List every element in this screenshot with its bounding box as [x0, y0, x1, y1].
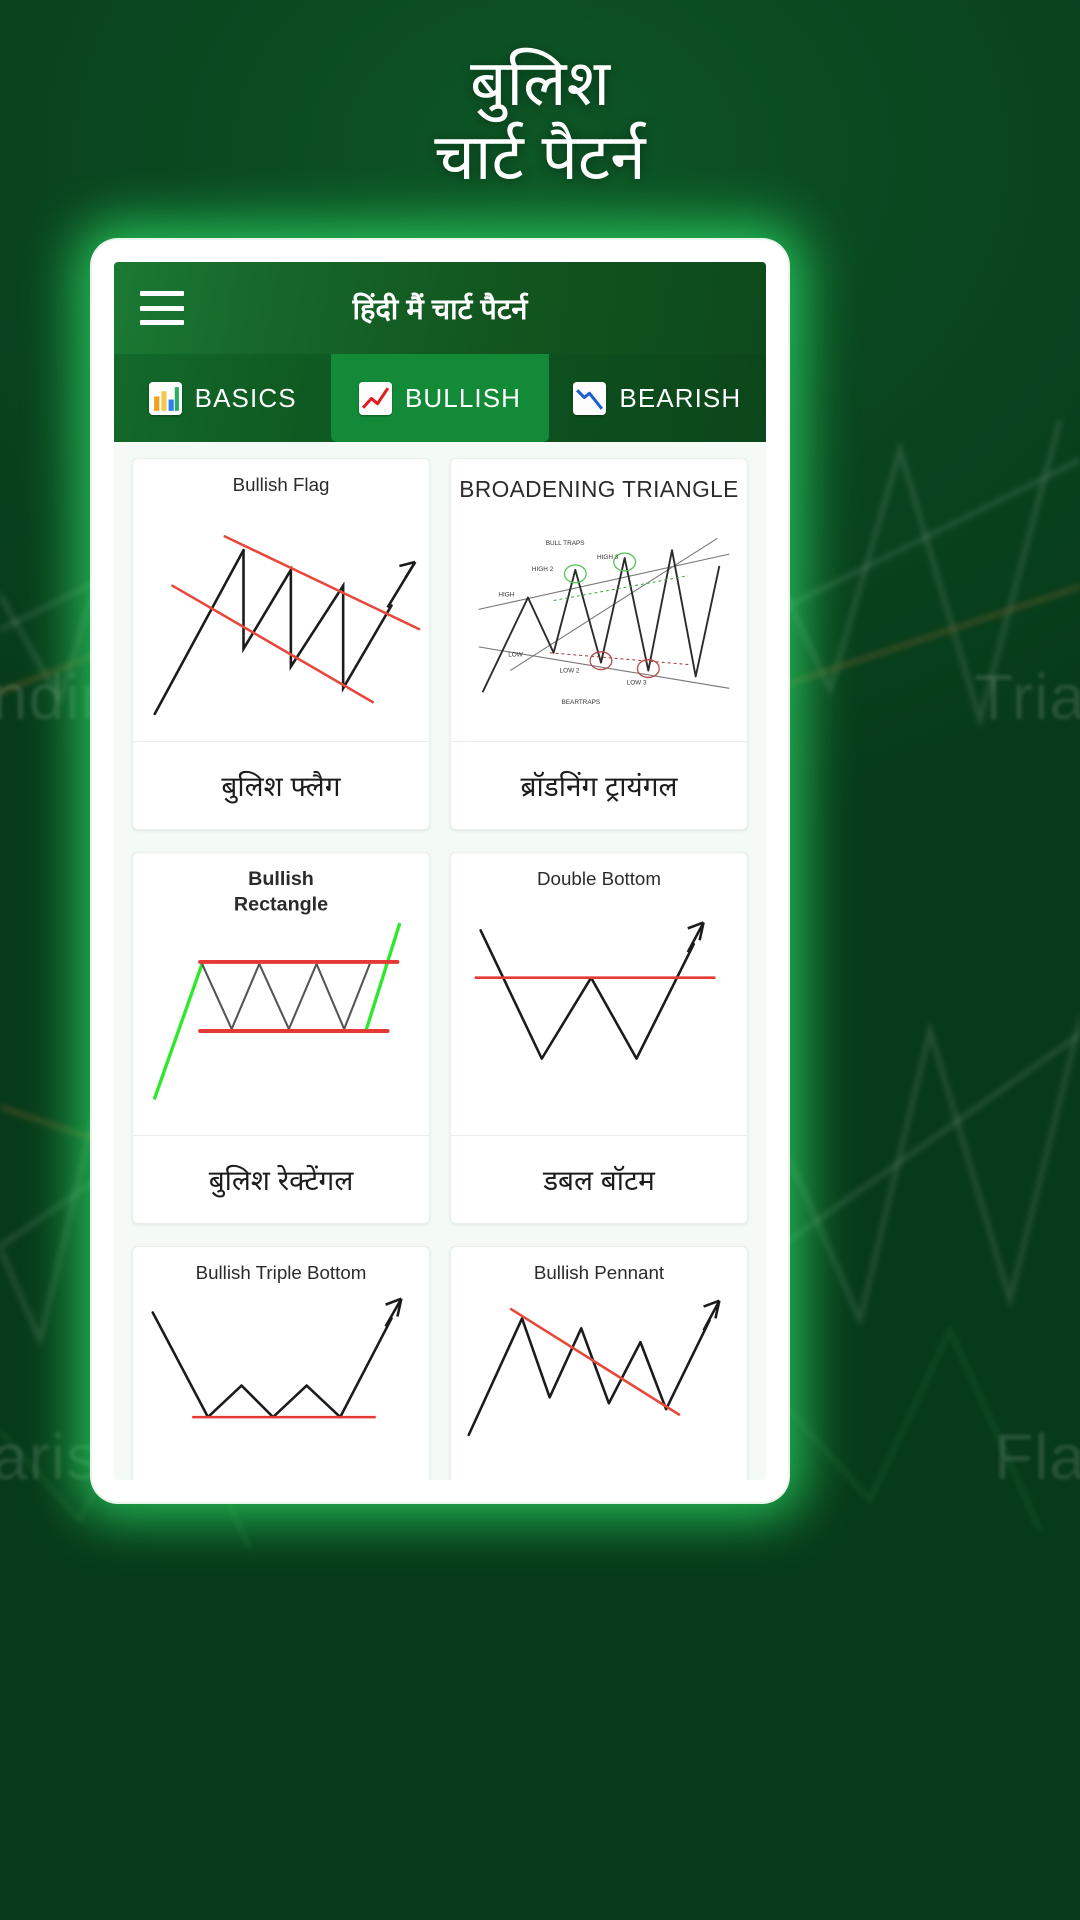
pattern-caption: डबल बॉटम	[451, 1135, 747, 1223]
pattern-card-bullish-flag[interactable]: Bullish Flag बुलिश फ्लैग	[132, 458, 430, 830]
pattern-card-double-bottom[interactable]: Double Bottom डबल बॉटम	[450, 852, 748, 1224]
annotation-bull-traps: BULL TRAPS	[546, 540, 585, 547]
hamburger-menu-icon[interactable]	[140, 291, 184, 325]
image-title-line1: Bullish	[248, 868, 314, 890]
down-trend-chart-icon	[573, 381, 607, 415]
annotation-bear-traps: BEARTRAPS	[562, 699, 601, 706]
pattern-image: BROADENING TRIANGLE BULL TRAPS HIGH 3 HI…	[451, 459, 747, 741]
tab-label: BEARISH	[619, 382, 742, 413]
app-screen: हिंदी मैं चार्ट पैटर्न BASICS BULLISH BE…	[114, 262, 766, 1480]
annotation-low-3: LOW 3	[627, 679, 647, 686]
pattern-card-broadening-triangle[interactable]: BROADENING TRIANGLE BULL TRAPS HIGH 3 HI…	[450, 458, 748, 830]
bullish-pennant-diagram: Bullish Pennant	[467, 1262, 721, 1437]
double-bottom-diagram: Double Bottom	[474, 868, 716, 1060]
image-title-line2: Rectangle	[234, 894, 328, 916]
hero-title-line2: चार्ट पैटर्न	[434, 121, 646, 193]
annotation-low: LOW	[508, 652, 524, 659]
annotation-high: HIGH	[498, 592, 514, 599]
pattern-card-bullish-pennant[interactable]: Bullish Pennant बुलिश पेनांट	[450, 1246, 748, 1480]
pattern-caption: बुलिश फ्लैग	[133, 741, 429, 829]
tab-label: BASICS	[194, 382, 297, 413]
pattern-grid: Bullish Flag बुलिश फ्लैग BROADENING TRIA…	[114, 442, 766, 1480]
annotation-high-2: HIGH 2	[532, 566, 554, 573]
app-bar-title: हिंदी मैं चार्ट पैटर्न	[352, 293, 528, 326]
hero-title: बुलिश चार्ट पैटर्न	[0, 0, 1080, 240]
pattern-caption: बुलिश रेक्टेंगल	[133, 1135, 429, 1223]
triple-bottom-diagram: Bullish Triple Bottom	[151, 1262, 403, 1419]
phone-frame: हिंदी मैं चार्ट पैटर्न BASICS BULLISH BE…	[92, 240, 788, 1502]
tab-bar: BASICS BULLISH BEARISH	[114, 354, 766, 442]
background-word: Tria	[974, 661, 1080, 733]
background-word: Fla	[994, 1421, 1080, 1493]
pattern-image: Bullish Rectangle	[133, 853, 429, 1135]
app-bar: हिंदी मैं चार्ट पैटर्न	[114, 262, 766, 354]
hero-title-line1: बुलिश	[469, 46, 611, 119]
up-trend-chart-icon	[358, 381, 392, 415]
pattern-image: Bullish Pennant	[451, 1247, 747, 1480]
image-title: Double Bottom	[537, 868, 661, 889]
pattern-caption: ब्रॉडनिंग ट्रायंगल	[451, 741, 747, 829]
image-title: Bullish Pennant	[534, 1262, 665, 1283]
broadening-triangle-diagram: BROADENING TRIANGLE BULL TRAPS HIGH 3 HI…	[459, 476, 738, 706]
pattern-image: Bullish Flag	[133, 459, 429, 741]
image-title: Bullish Flag	[233, 474, 330, 495]
tab-bullish[interactable]: BULLISH	[331, 354, 549, 442]
tab-label: BULLISH	[404, 382, 522, 413]
bullish-flag-diagram: Bullish Flag	[153, 474, 421, 716]
pattern-card-triple-bottom[interactable]: Bullish Triple Bottom बुलिश ट्रिपल बॉटम	[132, 1246, 430, 1480]
annotation-high-3: HIGH 3	[597, 554, 619, 561]
image-title: Bullish Triple Bottom	[196, 1262, 367, 1283]
bar-chart-icon	[148, 381, 182, 415]
tab-basics[interactable]: BASICS	[114, 354, 331, 442]
pattern-image: Bullish Triple Bottom	[133, 1247, 429, 1480]
phone-mockup: हिंदी मैं चार्ट पैटर्न BASICS BULLISH BE…	[76, 224, 804, 1518]
tab-bearish[interactable]: BEARISH	[549, 354, 766, 442]
pattern-image: Double Bottom	[451, 853, 747, 1135]
image-title: BROADENING TRIANGLE	[459, 476, 738, 502]
pattern-card-bullish-rectangle[interactable]: Bullish Rectangle बुलिश रेक्टेंगल	[132, 852, 430, 1224]
annotation-low-2: LOW 2	[560, 668, 580, 675]
bullish-rectangle-diagram: Bullish Rectangle	[153, 868, 402, 1100]
